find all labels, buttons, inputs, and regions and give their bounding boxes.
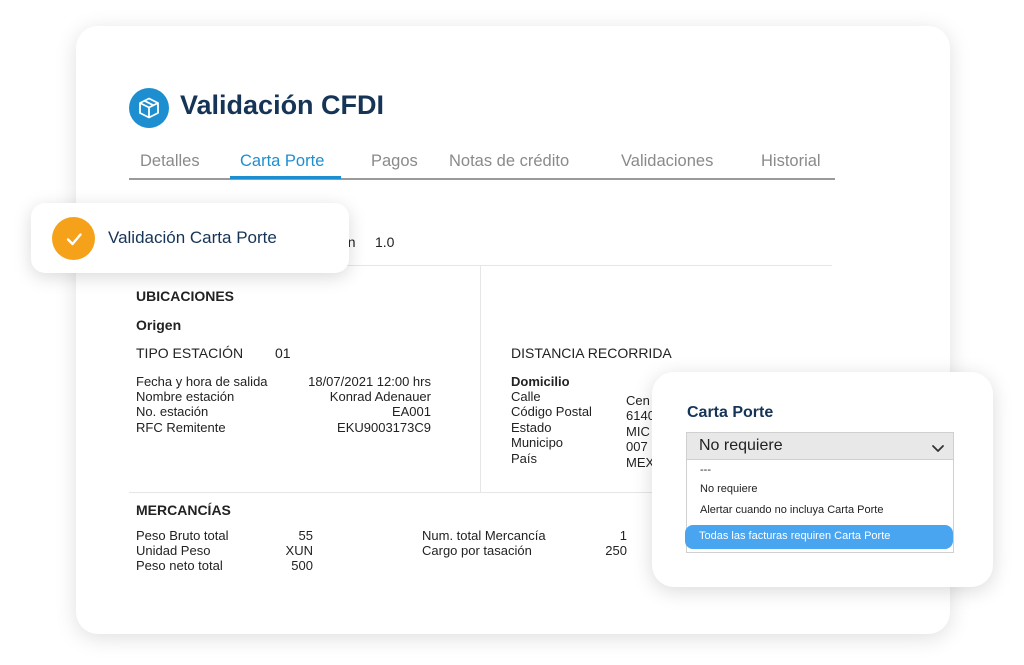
pais-value: MEX <box>626 455 655 470</box>
carta-porte-popup: Carta Porte No requiere --- No requiere … <box>652 372 993 587</box>
estado-value: MIC <box>626 424 650 439</box>
toast-message: Validación Carta Porte <box>108 228 277 247</box>
select-value: No requiere <box>699 437 783 454</box>
pais-label: País <box>511 451 538 466</box>
option-none[interactable]: --- <box>700 464 711 476</box>
option-no-requiere[interactable]: No requiere <box>700 483 757 495</box>
column-divider <box>480 265 481 492</box>
fecha-salida-label: Fecha y hora de salida <box>136 374 268 389</box>
calle-label: Calle <box>511 389 541 404</box>
peso-neto-label: Peso neto total <box>136 558 223 573</box>
rfc-remitente-value: EKU9003173C9 <box>337 420 431 435</box>
tab-validaciones[interactable]: Validaciones <box>621 152 713 171</box>
option-todas-las-facturas[interactable]: Todas las facturas requiren Carta Porte <box>685 525 953 549</box>
nombre-estacion-label: Nombre estación <box>136 389 235 404</box>
package-box-icon <box>129 88 169 128</box>
active-tab-indicator <box>230 176 341 179</box>
tab-historial[interactable]: Historial <box>761 152 821 171</box>
peso-neto-value: 500 <box>291 558 313 573</box>
version-value: 1.0 <box>375 234 395 250</box>
carta-porte-select[interactable]: No requiere <box>686 432 954 460</box>
municipo-value: 007 <box>626 439 648 454</box>
no-estacion-label: No. estación <box>136 404 209 419</box>
option-todas-label: Todas las facturas requiren Carta Porte <box>699 530 891 542</box>
popup-title: Carta Porte <box>687 404 774 421</box>
tab-pagos[interactable]: Pagos <box>371 152 418 171</box>
cargo-tasacion-label: Cargo por tasación <box>422 543 532 558</box>
no-estacion-value: EA001 <box>391 404 431 419</box>
rfc-remitente-label: RFC Remitente <box>136 420 226 435</box>
tab-carta-porte[interactable]: Carta Porte <box>240 152 324 171</box>
domicilio-label: Domicilio <box>511 374 570 389</box>
tipo-estacion-value: 01 <box>275 345 291 361</box>
distancia-recorrida-label: DISTANCIA RECORRIDA <box>511 345 672 361</box>
estado-label: Estado <box>511 420 552 435</box>
origen-label: Origen <box>136 317 182 333</box>
peso-bruto-value: 55 <box>298 528 313 543</box>
tab-notas-de-credito[interactable]: Notas de crédito <box>449 152 569 171</box>
ubicaciones-heading: UBICACIONES <box>136 288 235 304</box>
option-alertar[interactable]: Alertar cuando no incluya Carta Porte <box>700 504 883 516</box>
tipo-estacion-label: TIPO ESTACIÓN <box>136 345 244 361</box>
chevron-down-icon <box>931 440 945 458</box>
cargo-tasacion-value: 250 <box>605 543 627 558</box>
tab-detalles[interactable]: Detalles <box>140 152 200 171</box>
num-total-mercancia-value: 1 <box>619 528 627 543</box>
unidad-peso-label: Unidad Peso <box>136 543 211 558</box>
peso-bruto-label: Peso Bruto total <box>136 528 229 543</box>
calle-value: Cen <box>626 393 650 408</box>
num-total-mercancia-label: Num. total Mercancía <box>422 528 546 543</box>
check-icon <box>52 217 95 260</box>
validation-toast: Validación Carta Porte <box>31 203 349 273</box>
municipo-label: Municipo <box>511 435 564 450</box>
codigo-postal-value: 6140 <box>626 408 655 423</box>
mercancias-heading: MERCANCÍAS <box>136 502 231 518</box>
codigo-postal-label: Código Postal <box>511 404 592 419</box>
nombre-estacion-value: Konrad Adenauer <box>329 389 431 404</box>
page-title: Validación CFDI <box>180 90 385 120</box>
fecha-salida-value: 18/07/2021 12:00 hrs <box>308 374 431 389</box>
unidad-peso-value: XUN <box>285 543 313 558</box>
